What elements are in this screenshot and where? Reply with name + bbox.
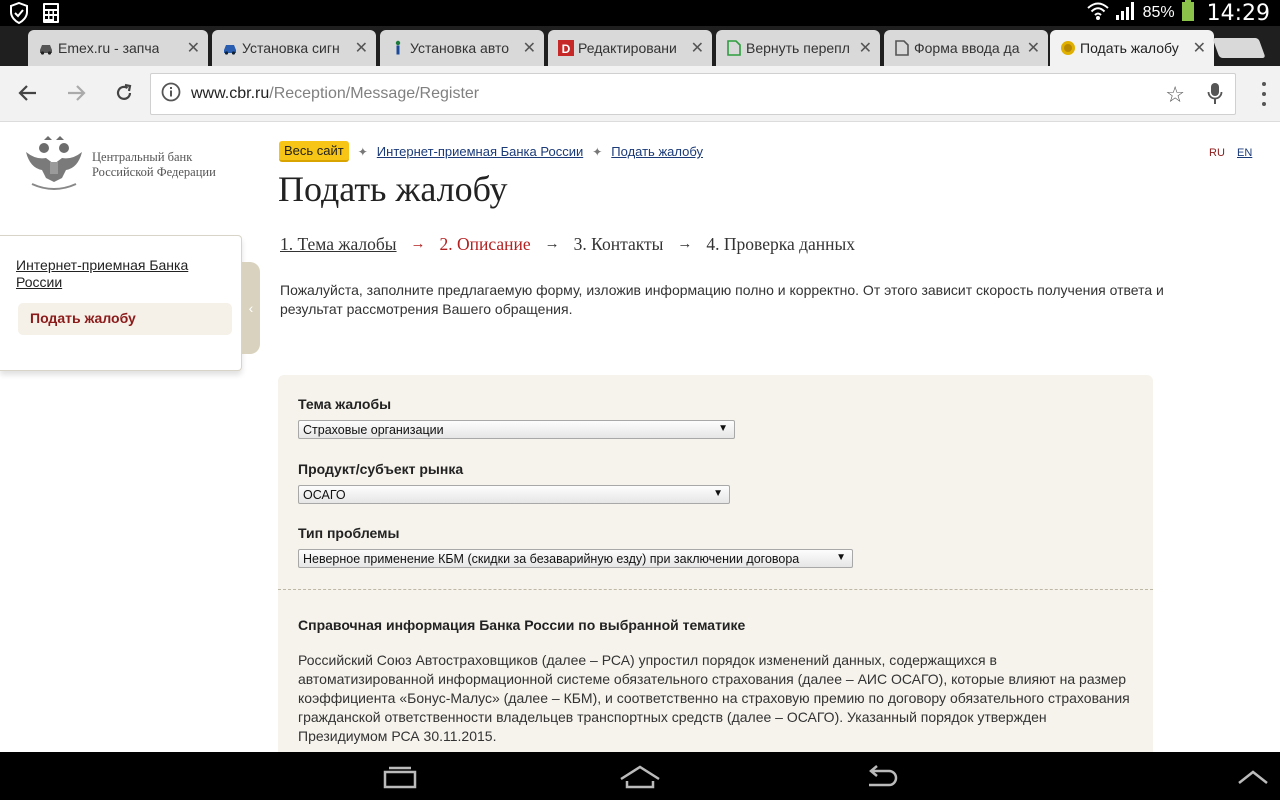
problem-select[interactable]: Неверное применение КБМ (скидки за безав… [298, 549, 853, 568]
new-tab-button[interactable] [1212, 38, 1266, 58]
reference-info-text: Российский Союз Автостраховщиков (далее … [298, 652, 1130, 744]
reference-info-title: Справочная информация Банка России по вы… [298, 617, 746, 633]
back-button[interactable] [13, 78, 43, 108]
tab-close-icon[interactable]: ✕ [523, 38, 536, 58]
page-favicon-icon [894, 40, 910, 56]
back-arrow-icon [18, 85, 36, 101]
car-favicon-icon [222, 40, 238, 56]
tab-auto-install[interactable]: Установка авто ✕ [380, 30, 544, 66]
lang-en[interactable]: EN [1237, 147, 1252, 159]
product-select[interactable]: ОСАГО ▼ [298, 485, 730, 504]
tab-complaint-active[interactable]: Подать жалобу ✕ [1050, 30, 1214, 66]
url-text[interactable]: www.cbr.ru/Reception/Message/Register [191, 85, 479, 103]
wizard-steps: 1. Тема жалобы → 2. Описание → 3. Контак… [280, 234, 855, 255]
sidebar-item-complaint[interactable]: Подать жалобу [18, 303, 232, 335]
calculator-notification-icon [40, 2, 62, 24]
product-label: Продукт/субъект рынка [298, 461, 464, 477]
android-nav-bar [0, 752, 1280, 800]
step-arrow-icon: → [410, 236, 426, 252]
step-contacts: 3. Контакты [573, 234, 664, 254]
chevron-up-icon [1238, 770, 1268, 784]
tab-close-icon[interactable]: ✕ [859, 38, 872, 58]
cbr-favicon-icon [1060, 40, 1076, 56]
d-favicon-icon: D [558, 40, 574, 56]
browser-toolbar: www.cbr.ru/Reception/Message/Register ☆ [0, 66, 1280, 122]
dashed-divider [278, 589, 1153, 590]
lang-ru[interactable]: RU [1209, 147, 1225, 159]
home-button[interactable] [615, 762, 665, 792]
tab-refund[interactable]: Вернуть перепл ✕ [716, 30, 880, 66]
step-review: 4. Проверка данных [706, 234, 856, 254]
document-favicon-icon [726, 40, 742, 56]
breadcrumb: Весь сайт ✦ Интернет-приемная Банка Росс… [279, 141, 703, 162]
dropdown-arrow-icon: ▼ [718, 423, 728, 434]
double-headed-eagle-icon [26, 136, 82, 190]
intro-text: Пожалуйста, заполните предлагаемую форму… [280, 282, 1164, 317]
dropdown-arrow-icon: ▼ [713, 488, 723, 499]
person-favicon-icon [390, 40, 406, 56]
cbr-logo[interactable]: Центральный банк Российской Федерации [24, 134, 216, 196]
browser-menu-button[interactable] [1262, 82, 1268, 106]
collapse-sidebar-handle[interactable]: ‹ [242, 262, 260, 354]
svg-text:D: D [562, 42, 571, 56]
breadcrumb-complaint-link[interactable]: Подать жалобу [611, 144, 703, 159]
android-status-bar: 85% 14:29 [0, 0, 1280, 26]
tab-close-icon[interactable]: ✕ [1193, 38, 1206, 58]
tab-close-icon[interactable]: ✕ [355, 38, 368, 58]
recent-apps-button[interactable] [375, 762, 425, 792]
chevron-left-icon: ‹ [248, 300, 254, 316]
breadcrumb-reception-link[interactable]: Интернет-приемная Банка России [377, 144, 583, 159]
step-arrow-icon: → [677, 236, 693, 252]
breadcrumb-separator-icon: ✦ [592, 144, 603, 159]
reload-icon [116, 83, 132, 100]
tab-signal-install[interactable]: Установка сигн ✕ [212, 30, 376, 66]
home-icon [620, 765, 660, 789]
tab-emex[interactable]: Emex.ru - запча ✕ [28, 30, 208, 66]
emex-favicon-icon [38, 40, 54, 56]
problem-label: Тип проблемы [298, 525, 400, 541]
web-page: Центральный банк Российской Федерации Ин… [0, 122, 1280, 752]
all-site-button[interactable]: Весь сайт [279, 141, 349, 162]
tab-close-icon[interactable]: ✕ [691, 38, 704, 58]
signal-icon [1115, 1, 1137, 26]
microphone-icon[interactable] [1207, 82, 1223, 106]
info-icon[interactable] [151, 82, 191, 107]
battery-percent: 85% [1142, 4, 1175, 21]
forward-button[interactable] [61, 78, 91, 108]
logo-text: Центральный банк Российской Федерации [92, 150, 216, 179]
wifi-icon [1086, 1, 1109, 26]
breadcrumb-separator-icon: ✦ [357, 144, 368, 159]
recent-apps-icon [383, 766, 417, 789]
clock: 14:29 [1206, 0, 1270, 26]
sidebar-link-reception[interactable]: Интернет-приемная Банка России [16, 257, 216, 291]
step-description: 2. Описание [439, 234, 531, 254]
shield-notification-icon [8, 2, 30, 24]
back-nav-button[interactable] [856, 762, 906, 792]
topic-label: Тема жалобы [298, 396, 392, 412]
topic-select[interactable]: Страховые организации ▼ [298, 420, 735, 439]
back-nav-icon [869, 765, 898, 787]
reload-button[interactable] [109, 78, 139, 108]
step-topic[interactable]: 1. Тема жалобы [280, 234, 397, 255]
tab-form[interactable]: Форма ввода да ✕ [884, 30, 1048, 66]
bookmark-star-icon[interactable]: ☆ [1165, 82, 1185, 108]
forward-arrow-icon [68, 85, 86, 101]
battery-icon [1181, 0, 1195, 27]
keyboard-toggle-button[interactable] [1228, 762, 1278, 792]
address-bar[interactable]: www.cbr.ru/Reception/Message/Register ☆ [150, 73, 1236, 115]
dropdown-arrow-icon: ▼ [836, 552, 846, 563]
page-title: Подать жалобу [278, 169, 508, 209]
side-menu: Интернет-приемная Банка России Подать жа… [0, 235, 242, 371]
tab-strip: Emex.ru - запча ✕ Установка сигн ✕ Устан… [0, 26, 1280, 66]
tab-close-icon[interactable]: ✕ [1027, 38, 1040, 58]
tab-close-icon[interactable]: ✕ [187, 38, 200, 58]
step-arrow-icon: → [544, 236, 560, 252]
complaint-form: Тема жалобы Страховые организации ▼ Прод… [278, 375, 1153, 752]
tab-edit[interactable]: D Редактировани ✕ [548, 30, 712, 66]
